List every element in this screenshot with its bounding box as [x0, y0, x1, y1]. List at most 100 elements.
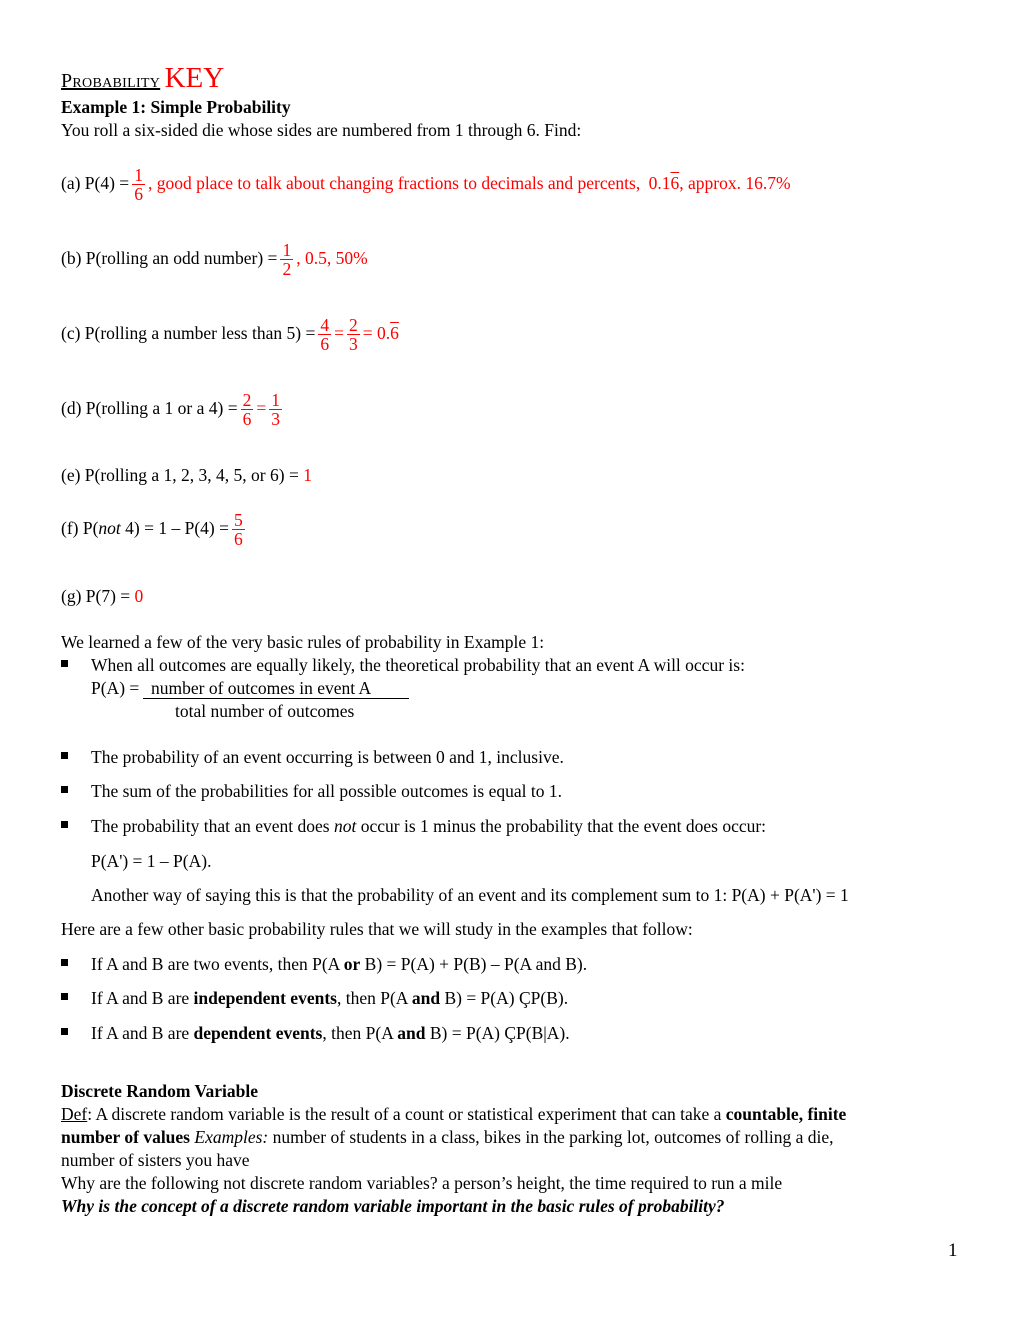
fraction-numerator: 4	[318, 315, 332, 336]
fraction-denominator: 6	[320, 334, 330, 355]
rule-independent-mid: , then P(A	[336, 988, 412, 1008]
rule-addition-bold: or	[343, 954, 361, 974]
definition-bold: countable, finite	[725, 1104, 847, 1124]
bullet-icon	[61, 660, 68, 667]
rule-independent-bold2: and	[411, 988, 441, 1008]
definition-bold-continued: number of values	[61, 1127, 190, 1147]
problem-d-label: (d) P(rolling a 1 or a 4) =	[61, 397, 238, 418]
problem-g: (g) P(7) = 0	[61, 586, 143, 606]
example1-intro: You roll a six-sided die whose sides are…	[61, 120, 582, 140]
problem-f: (f) P(not 4) = 1 – P(4) = 5 6	[61, 511, 248, 549]
problem-e-label: (e) P(rolling a 1, 2, 3, 4, 5, or 6) =	[61, 465, 299, 485]
fraction-numerator: 5	[232, 510, 245, 531]
problem-b: (b) P(rolling an odd number) = 1 2, 0.5, 5…	[61, 241, 368, 279]
fraction-numerator: 1	[269, 390, 282, 411]
rule-complement-formula: P(A') = 1 – P(A).	[91, 851, 212, 871]
fraction-denominator: 2	[282, 259, 292, 280]
problem-e-answer: 1	[303, 465, 312, 485]
fraction-numerator: 1	[132, 165, 145, 186]
discrete-examples-continued: number of sisters you have	[61, 1150, 250, 1170]
problem-b-suffix: , 0.5, 50%	[296, 247, 368, 268]
problem-c-decimal: 0.6	[377, 323, 399, 343]
problem-a-fraction: 16	[132, 166, 145, 204]
problem-f-fraction: 56	[232, 511, 245, 549]
fraction-denominator: 6	[242, 409, 252, 430]
other-rules-intro: Here are a few other basic probability r…	[61, 919, 693, 939]
examples-text: number of students in a class, bikes in …	[268, 1127, 834, 1147]
page-number: 1	[948, 1240, 958, 1261]
formula-denominator: total number of outcomes	[175, 701, 355, 721]
title-probability: Probability	[61, 70, 161, 92]
bullet-icon	[61, 1028, 68, 1035]
rule-addition: If A and B are two events, then P(A or B…	[91, 954, 587, 974]
decimal-prefix: 0.	[376, 322, 391, 343]
problem-c-label: (c) P(rolling a number less than 5) =	[61, 322, 316, 343]
bullet-icon	[61, 993, 68, 1000]
discrete-why-not: Why are the following not discrete rando…	[61, 1173, 783, 1193]
discrete-definition: Def: A discrete random variable is the r…	[61, 1104, 846, 1124]
decimal-repeat: 6	[390, 322, 399, 343]
decimal-prefix: 0.1	[648, 172, 671, 193]
rule-complement-italic: not	[333, 816, 357, 836]
rule-independent-pre: If A and B are	[91, 988, 194, 1008]
document-title: Probability KEY	[61, 62, 224, 95]
problem-c: (c) P(rolling a number less than 5) = 4 6 =…	[61, 316, 399, 354]
rule-addition-post: B) = P(A) + P(B) – P(A and B).	[360, 954, 588, 974]
bullet-icon	[61, 752, 68, 759]
rule-complement-post: occur is 1 minus the probability that th…	[356, 816, 767, 836]
rule-addition-pre: If A and B are two events, then P(A	[91, 954, 344, 974]
problem-a-comment: , good place to talk about changing frac…	[147, 172, 641, 193]
rule-dependent-bold2: and	[397, 1023, 426, 1043]
rule-complement-pre: The probability that an event does	[91, 816, 334, 836]
definition-label: Def	[61, 1104, 88, 1124]
rule-dependent: If A and B are dependent events, then P(…	[91, 1023, 570, 1043]
rule-sum: The sum of the probabilities for all pos…	[91, 781, 562, 801]
problem-c-fraction-2: 23	[346, 315, 360, 355]
fraction-numerator: 2	[346, 315, 360, 336]
problem-f-label-pre: (f) P(	[61, 517, 99, 538]
problem-e: (e) P(rolling a 1, 2, 3, 4, 5, or 6) = 1	[61, 465, 312, 485]
discrete-heading: Discrete Random Variable	[61, 1081, 259, 1101]
fraction-numerator: 1	[280, 240, 294, 261]
rule-independent-bold: independent events	[193, 988, 337, 1008]
equals-sign: =	[334, 322, 344, 343]
problem-g-label: (g) P(7) =	[61, 586, 131, 606]
fraction-denominator: 3	[271, 409, 280, 430]
problem-b-fraction: 12	[280, 240, 294, 280]
examples-label: Examples:	[190, 1127, 269, 1147]
discrete-examples: number of values Examples: number of stu…	[61, 1127, 834, 1147]
problem-f-label-italic: not	[98, 517, 121, 538]
equals-sign: =	[362, 322, 373, 343]
rule-dependent-pre: If A and B are	[91, 1023, 194, 1043]
rule-dependent-bold: dependent events	[193, 1023, 323, 1043]
problem-a-suffix: , approx. 16.7%	[679, 172, 791, 193]
fraction-denominator: 3	[348, 334, 358, 355]
example1-heading: Example 1: Simple Probability	[61, 97, 291, 117]
problem-a-decimal: 0.16	[649, 173, 680, 193]
problem-f-label-post: 4) = 1 – P(4) =	[120, 517, 230, 538]
problem-g-answer: 0	[134, 586, 144, 606]
fraction-denominator: 6	[134, 184, 143, 205]
problem-b-label: (b) P(rolling an odd number) =	[61, 247, 278, 268]
bullet-icon	[61, 821, 68, 828]
definition-text: : A discrete random variable is the resu…	[87, 1104, 726, 1124]
decimal-repeat: 6	[670, 172, 680, 193]
problem-a-label: (a) P(4) =	[61, 172, 130, 193]
discrete-why-important: Why is the concept of a discrete random …	[61, 1196, 725, 1216]
rule-independent-post: B) = P(A) ÇP(B).	[440, 988, 569, 1008]
rule-range: The probability of an event occurring is…	[91, 747, 564, 767]
bullet-icon	[61, 786, 68, 793]
problem-d: (d) P(rolling a 1 or a 4) = 2 6 = 1 3	[61, 391, 285, 429]
rule-independent: If A and B are independent events, then …	[91, 988, 568, 1008]
rule-dependent-post: B) = P(A) ÇP(B|A).	[425, 1023, 570, 1043]
formula-lhs: P(A) =	[91, 678, 140, 698]
rule-dependent-mid: , then P(A	[322, 1023, 398, 1043]
fraction-denominator: 6	[234, 529, 243, 550]
equals-sign: =	[256, 397, 267, 418]
problem-d-fraction-2: 13	[269, 391, 282, 429]
rules-intro: We learned a few of the very basic rules…	[61, 632, 545, 652]
problem-d-fraction-1: 26	[240, 391, 254, 430]
problem-c-fraction-1: 46	[318, 315, 332, 355]
title-key: KEY	[164, 62, 225, 94]
formula-numerator: number of outcomes in event A	[151, 678, 372, 698]
